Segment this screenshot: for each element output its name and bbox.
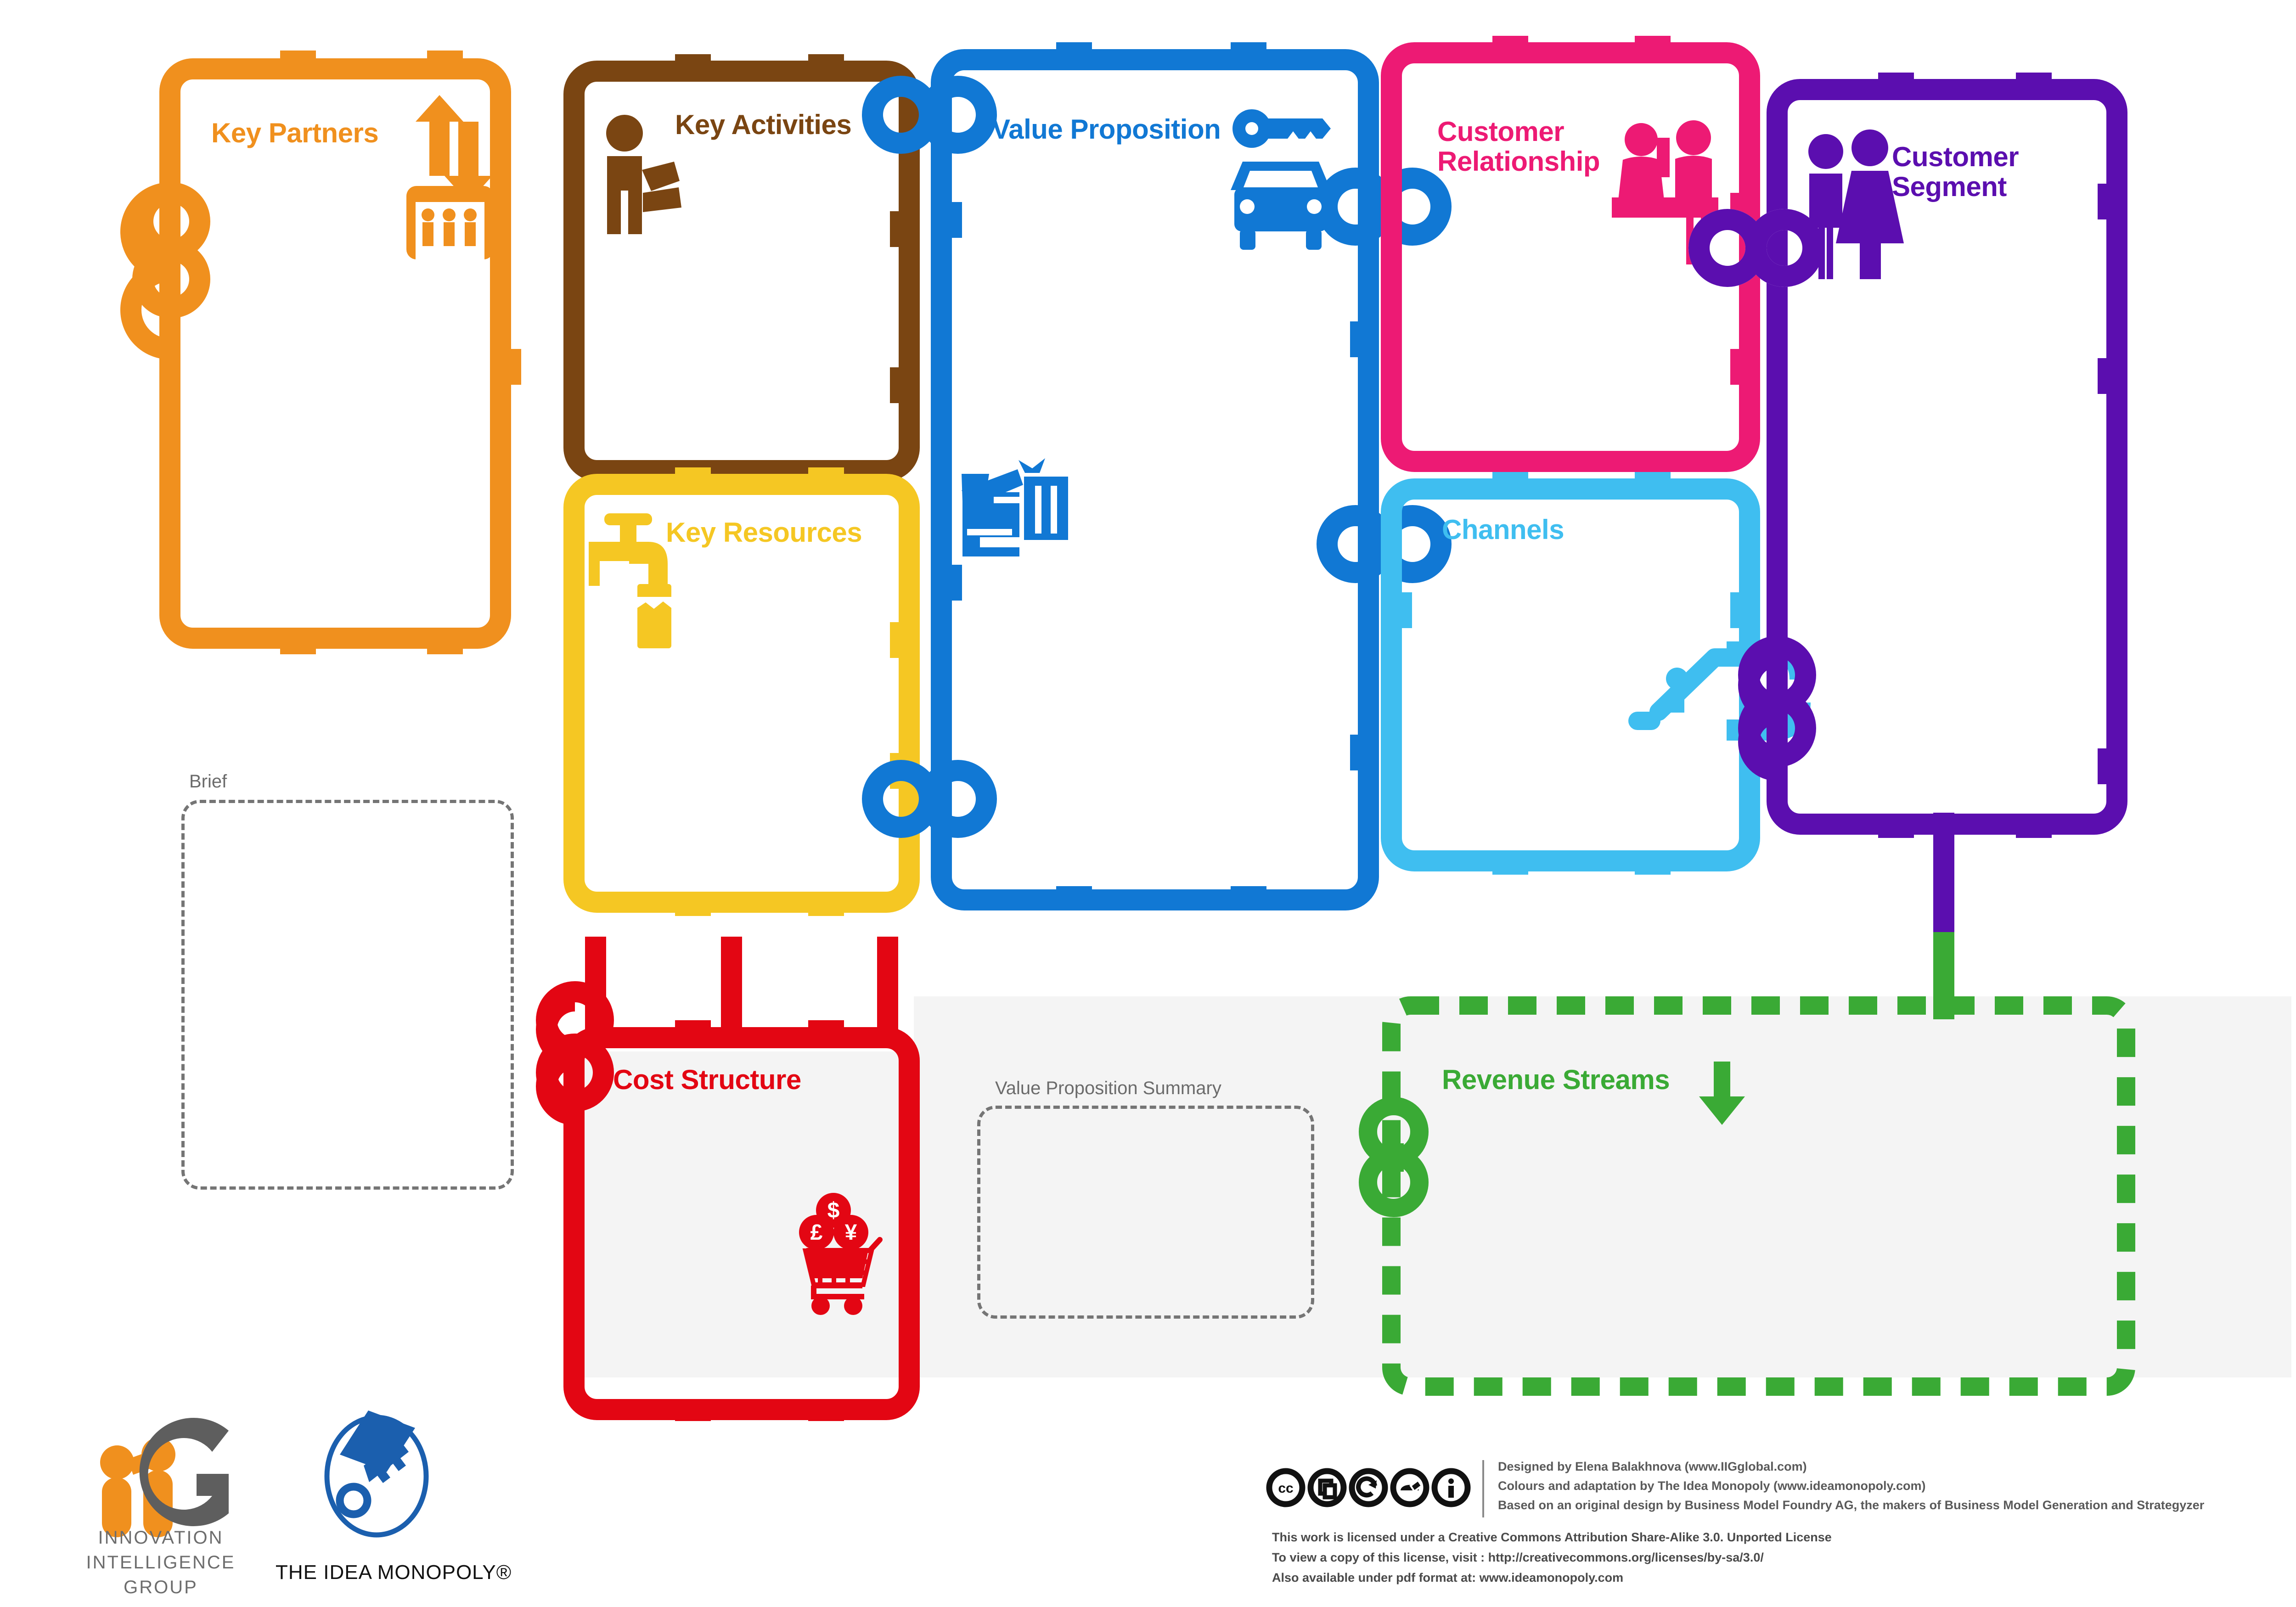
license-line-1: This work is licensed under a Creative C… <box>1272 1530 1832 1544</box>
creative-commons-badges: cc <box>1266 1460 1484 1517</box>
block-customer-segment[interactable] <box>1663 73 2127 1019</box>
svg-text:cc: cc <box>1278 1481 1293 1496</box>
value-proposition-summary-box[interactable] <box>977 1106 1314 1319</box>
brief-label: Brief <box>189 771 227 792</box>
connector-resources-value <box>861 760 997 838</box>
svg-text:$: $ <box>827 1198 840 1223</box>
value-proposition-summary-label: Value Proposition Summary <box>995 1078 1221 1098</box>
nd-icon <box>1390 1468 1429 1507</box>
sa-icon <box>1349 1468 1388 1507</box>
idea-monopoly-wordmark: THE IDEA MONOPOLY® <box>276 1561 512 1584</box>
block-value-proposition[interactable] <box>861 42 1452 910</box>
escalator-icon <box>1628 648 1760 730</box>
block-key-activities[interactable] <box>563 54 920 483</box>
connector-channels-segment <box>1738 636 1816 781</box>
iig-wordmark-line-3: GROUP <box>124 1577 198 1597</box>
license-line-2: To view a copy of this license, visit : … <box>1272 1551 1764 1564</box>
credit-line-3: Based on an original design by Business … <box>1498 1498 2205 1512</box>
iig-wordmark-line-1: INNOVATION <box>98 1528 224 1548</box>
faucet-glass-icon <box>589 513 671 648</box>
connector-activities-value <box>861 76 997 154</box>
info-icon <box>1431 1468 1471 1507</box>
elevator-icon <box>406 95 494 259</box>
by-icon <box>1307 1468 1347 1507</box>
svg-text:¥: ¥ <box>845 1220 857 1245</box>
gift-bag-icon <box>962 458 1068 556</box>
man-woman-icon <box>1808 129 1904 279</box>
cc-icon: cc <box>1266 1468 1306 1507</box>
idea-monopoly-logo <box>324 1410 429 1538</box>
connector-cost-left <box>536 981 614 1125</box>
person-reading-icon <box>606 115 681 234</box>
block-key-resources[interactable] <box>563 467 920 916</box>
brief-box[interactable] <box>181 800 514 1190</box>
iig-logo <box>100 1417 229 1537</box>
car-key-icon <box>1231 109 1331 250</box>
iig-wordmark-line-2: INTELLIGENCE <box>86 1552 236 1573</box>
connector-relationship-segment <box>1688 209 1824 287</box>
credit-line-1: Designed by Elena Balakhnova (www.IIGglo… <box>1498 1460 1807 1473</box>
backdrop-panel-cost <box>574 1051 918 1377</box>
block-key-partners[interactable] <box>120 51 521 654</box>
credit-line-2: Colours and adaptation by The Idea Monop… <box>1498 1479 1926 1493</box>
license-line-3: Also available under pdf format at: www.… <box>1272 1571 1624 1585</box>
svg-text:£: £ <box>810 1220 823 1245</box>
